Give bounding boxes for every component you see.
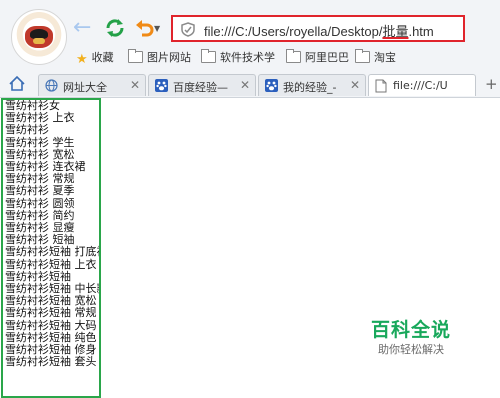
folder-icon bbox=[286, 49, 301, 63]
globe-icon bbox=[45, 79, 58, 95]
bookmark-favorites[interactable]: ★ 收藏 bbox=[76, 49, 114, 67]
list-item: 雪纺衬衫短袖 常规 bbox=[5, 306, 97, 320]
address-bar[interactable]: file:///C:/Users/royella/Desktop/批量.htm bbox=[171, 15, 465, 42]
close-icon[interactable]: ✕ bbox=[350, 78, 360, 92]
content-list: 雪纺衬衫女 雪纺衬衫 上衣 雪纺衬衫 雪纺衬衫 学生 雪纺衬衫 宽松 雪纺衬衫 … bbox=[1, 98, 101, 398]
url-suffix: .htm bbox=[408, 24, 434, 39]
bookmark-folder[interactable]: 阿里巴巴 bbox=[286, 49, 349, 65]
tab[interactable]: 百度经验— ✕ bbox=[148, 74, 256, 96]
folder-icon bbox=[201, 49, 216, 63]
list-item: 雪纺衬衫短袖 打底衫 bbox=[5, 245, 101, 259]
watermark-logo: 百科全说 助你轻松解决 bbox=[366, 319, 456, 357]
url-prefix: file:///C:/Users/royella/Desktop/ bbox=[204, 24, 383, 39]
avatar[interactable] bbox=[11, 9, 67, 65]
bookmark-label: 收藏 bbox=[91, 51, 114, 64]
url-text[interactable]: file:///C:/Users/royella/Desktop/批量.htm bbox=[204, 21, 434, 40]
tab-active[interactable]: file:///C:/U bbox=[368, 74, 476, 96]
paw-icon bbox=[155, 79, 168, 95]
list-item: 雪纺衬衫 学生 bbox=[5, 135, 75, 149]
back-icon[interactable]: ← bbox=[73, 17, 95, 39]
bookmark-label: 阿里巴巴 bbox=[305, 51, 349, 64]
refresh-icon[interactable] bbox=[104, 17, 126, 39]
page-icon bbox=[375, 79, 387, 96]
tab-label: 我的经验_- bbox=[283, 81, 337, 94]
bookmark-label: 图片网站 bbox=[147, 51, 191, 64]
watermark-title: 百科全说 bbox=[370, 319, 451, 341]
bookmark-label: 淘宝 bbox=[374, 51, 396, 64]
paw-icon bbox=[265, 79, 278, 95]
tab-label: 百度经验— bbox=[173, 81, 228, 94]
close-icon[interactable]: ✕ bbox=[130, 78, 140, 92]
list-item: 雪纺衬衫 圆领 bbox=[5, 196, 75, 210]
list-item: 雪纺衬衫 bbox=[5, 123, 49, 137]
tab[interactable]: 网址大全 ✕ bbox=[38, 74, 146, 96]
tab-bar: 网址大全 ✕ 百度经验— ✕ 我的经验_- ✕ file:///C:/U + bbox=[0, 72, 500, 97]
new-tab-icon[interactable]: + bbox=[485, 75, 498, 93]
star-icon: ★ bbox=[76, 52, 88, 67]
tab[interactable]: 我的经验_- ✕ bbox=[258, 74, 366, 96]
bookmark-folder[interactable]: 淘宝 bbox=[355, 49, 396, 65]
bookmark-folder[interactable]: 软件技术学 bbox=[201, 49, 275, 65]
list-item: 雪纺衬衫短袖 上衣 bbox=[5, 257, 97, 271]
list-item: 雪纺衬衫 夏季 bbox=[5, 184, 75, 198]
tab-label: 网址大全 bbox=[63, 81, 107, 94]
close-icon[interactable]: ✕ bbox=[240, 78, 250, 92]
folder-icon bbox=[355, 49, 370, 63]
list-item: 雪纺衬衫短袖 套头 bbox=[5, 355, 97, 369]
folder-icon bbox=[128, 49, 143, 63]
undo-icon[interactable] bbox=[134, 17, 156, 39]
undo-dropdown-icon[interactable]: ▼ bbox=[154, 24, 160, 33]
url-highlight: 批量 bbox=[382, 24, 409, 39]
home-icon[interactable] bbox=[8, 75, 26, 96]
browser-chrome: ← ▼ file:///C:/Users/royella/Desktop/批量.… bbox=[0, 0, 500, 98]
shield-icon bbox=[181, 22, 195, 41]
bookmark-folder[interactable]: 图片网站 bbox=[128, 49, 191, 65]
bookmark-label: 软件技术学 bbox=[220, 51, 275, 64]
watermark-subtitle: 助你轻松解决 bbox=[378, 343, 444, 356]
tab-label: file:///C:/U bbox=[393, 79, 448, 92]
